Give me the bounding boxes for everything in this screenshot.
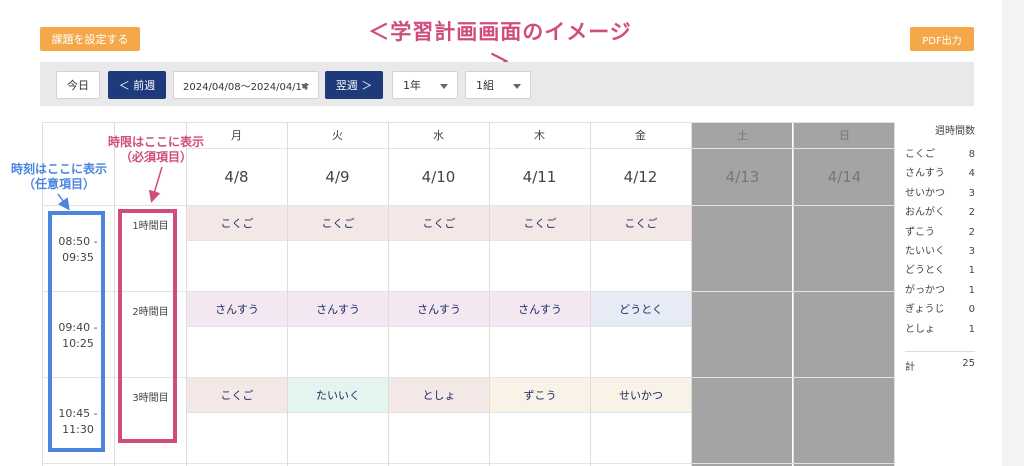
weekly-row: おんがく 2	[905, 203, 975, 222]
day-header-sat: 土	[737, 129, 748, 142]
subject-count: 0	[968, 304, 975, 316]
subject-count: 4	[968, 168, 975, 180]
period-annotation-line1: 時限はここに表示	[107, 135, 204, 149]
grid-line	[186, 412, 692, 413]
date-cell[interactable]: 4/13	[692, 148, 793, 205]
subject-name: さんすう	[905, 168, 945, 180]
subject-name: どうとく	[905, 265, 945, 277]
weekly-row: たいいく 3	[905, 242, 975, 261]
subject-name: せいかつ	[905, 187, 945, 199]
period-annotation-line2: （必須項目）	[119, 150, 192, 164]
subject-cell[interactable]: こくご	[288, 206, 388, 240]
grid-line	[42, 463, 894, 464]
day-header-thu: 木	[534, 129, 545, 142]
grade-value: 1年	[403, 79, 421, 92]
today-button[interactable]: 今日	[56, 71, 100, 99]
subject-cell[interactable]: さんすう	[490, 292, 590, 326]
subject-name: おんがく	[905, 207, 945, 219]
weekly-row: ぎょうじ 0	[905, 300, 975, 319]
date-cell[interactable]: 4/12	[590, 148, 691, 205]
weekly-row: がっかつ 1	[905, 281, 975, 300]
grid-line	[114, 122, 115, 466]
weekly-hours-panel: 週時間数 こくご 8 さんすう 4 せいかつ 3 おんがく 2 ずこう 2 たいいく 3 ど…	[905, 122, 975, 373]
subject-count: 3	[968, 187, 975, 199]
subject-count: 3	[968, 245, 975, 257]
subject-cell[interactable]: さんすう	[288, 292, 388, 326]
subject-name: ずこう	[905, 226, 935, 238]
subject-cell[interactable]: さんすう	[389, 292, 489, 326]
weekly-row: さんすう 4	[905, 164, 975, 183]
subject-count: 1	[968, 265, 975, 277]
weekly-hours-title: 週時間数	[935, 126, 975, 137]
page-margin	[1002, 0, 1024, 466]
subject-cell[interactable]: どうとく	[591, 292, 691, 326]
pdf-export-button[interactable]: PDF出力	[910, 27, 974, 51]
weekly-row: こくご 8	[905, 145, 975, 164]
period-annotation: 時限はここに表示 （必須項目）	[100, 135, 212, 165]
weekly-row: せいかつ 3	[905, 184, 975, 203]
subject-cell[interactable]: たいいく	[288, 378, 388, 412]
chevron-down-icon	[440, 84, 448, 89]
subject-cell[interactable]: こくご	[591, 206, 691, 240]
date-cell[interactable]: 4/14	[794, 148, 895, 205]
next-week-button[interactable]: 翌週 ＞	[325, 71, 383, 99]
subject-name: がっかつ	[905, 284, 945, 296]
weekly-row: どうとく 1	[905, 261, 975, 280]
total-value: 25	[962, 357, 975, 369]
subject-count: 1	[968, 323, 975, 335]
subject-count: 2	[968, 226, 975, 238]
subject-name: ぎょうじ	[905, 304, 945, 316]
grid-line	[186, 240, 692, 241]
subject-name: としょ	[905, 323, 935, 335]
subject-cell[interactable]: としょ	[389, 378, 489, 412]
date-cell[interactable]: 4/9	[287, 148, 388, 205]
chevron-down-icon	[301, 84, 309, 89]
time-annotation: 時刻はここに表示 （任意項目）	[4, 162, 114, 192]
subject-cell[interactable]: こくご	[187, 378, 287, 412]
subject-cell[interactable]: さんすう	[187, 292, 287, 326]
subject-count: 1	[968, 284, 975, 296]
subject-count: 8	[968, 149, 975, 160]
subject-name: たいいく	[905, 245, 945, 257]
chevron-down-icon	[513, 84, 521, 89]
subject-cell[interactable]: こくご	[490, 206, 590, 240]
grade-select[interactable]: 1年	[392, 71, 458, 99]
time-annotation-line2: （任意項目）	[22, 177, 95, 191]
subject-cell[interactable]: こくご	[187, 206, 287, 240]
subject-count: 2	[968, 207, 975, 219]
toolbar: 今日 ＜ 前週 2024/04/08〜2024/04/14 翌週 ＞ 1年 1組	[40, 62, 974, 106]
date-range-value: 2024/04/08〜2024/04/14	[183, 81, 309, 93]
prev-week-button[interactable]: ＜ 前週	[108, 71, 166, 99]
weekly-row: ずこう 2	[905, 223, 975, 242]
total-label: 計	[905, 361, 915, 373]
subject-cell[interactable]: ずこう	[490, 378, 590, 412]
day-header-sun: 日	[839, 129, 850, 142]
assign-task-button[interactable]: 課題を設定する	[40, 27, 140, 51]
page: 課題を設定する ＜学習計画画面のイメージ＞ PDF出力 今日 ＜ 前週 2024…	[0, 0, 1024, 466]
weekly-total: 計 25	[905, 350, 975, 373]
subject-name: こくご	[905, 149, 935, 160]
date-cell[interactable]: 4/10	[388, 148, 489, 205]
period-column-highlight	[118, 209, 177, 443]
grid-line	[186, 326, 692, 327]
time-annotation-line1: 時刻はここに表示	[10, 162, 107, 176]
weekly-row: としょ 1	[905, 320, 975, 339]
day-header-fri: 金	[635, 129, 646, 142]
subject-cell[interactable]: こくご	[389, 206, 489, 240]
day-header-wed: 水	[433, 129, 444, 142]
day-header-tue: 火	[332, 129, 343, 142]
class-select[interactable]: 1組	[465, 71, 531, 99]
date-range-select[interactable]: 2024/04/08〜2024/04/14	[173, 71, 319, 99]
time-column-highlight	[48, 211, 105, 452]
class-value: 1組	[476, 79, 494, 92]
date-cell[interactable]: 4/11	[489, 148, 590, 205]
subject-cell[interactable]: せいかつ	[591, 378, 691, 412]
